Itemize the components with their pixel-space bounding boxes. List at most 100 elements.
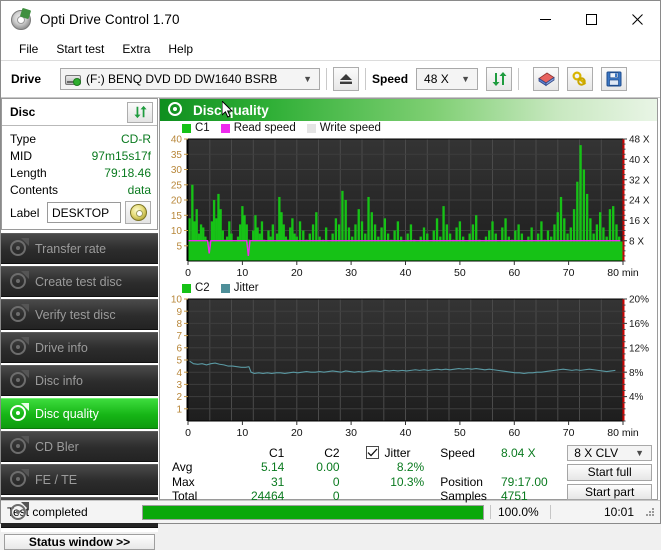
- right-panel: Disc quality C1 Read speed Write speed 5…: [159, 98, 658, 503]
- legend-item-jitter: Jitter: [220, 282, 259, 294]
- svg-text:12%: 12%: [629, 343, 649, 354]
- menu-item-extra[interactable]: Extra: [113, 40, 159, 58]
- legend-item-write-speed: Write speed: [306, 122, 381, 134]
- sidebar-item-create-test-disc[interactable]: Create test disc: [1, 266, 158, 297]
- sidebar-item-disc-info[interactable]: Disc info: [1, 365, 158, 396]
- disc-row-key: Length: [10, 165, 47, 180]
- legend-swatch-c2: [182, 283, 191, 293]
- disc-info-box: Disc Type CD-R MID 97m15s17f Length 79:1…: [1, 98, 158, 230]
- disc-row-value: 97m15s17f: [91, 148, 151, 163]
- svg-text:70: 70: [563, 267, 575, 279]
- disc-test-icon: [9, 436, 29, 456]
- application-window: Opti Drive Control 1.70 File Start test …: [0, 0, 661, 550]
- svg-text:0: 0: [185, 267, 191, 279]
- svg-text:5: 5: [176, 241, 182, 252]
- drive-select[interactable]: (F:) BENQ DVD DD DW1640 BSRB ▼: [60, 68, 321, 90]
- sidebar-item-label: Verify test disc: [35, 307, 116, 322]
- disc-test-icon: [9, 337, 29, 357]
- start-full-button[interactable]: Start full: [567, 464, 652, 481]
- svg-text:15: 15: [171, 211, 183, 222]
- toolbar-divider: [326, 68, 328, 90]
- stats-samples-label: Samples: [440, 488, 487, 503]
- sidebar-nav: Transfer rate Create test disc Verify te…: [1, 233, 158, 528]
- rescan-button[interactable]: [486, 67, 513, 91]
- sidebar-item-verify-test-disc[interactable]: Verify test disc: [1, 299, 158, 330]
- c1-plot-area: 5 10 15 20 25 30 35 40 8 X 16 X 24 X 32 X 40 X 48 X 0 1…: [160, 135, 657, 281]
- disc-quality-icon: [168, 102, 184, 118]
- disc-info-header: Disc: [2, 99, 157, 126]
- stats-samples-value: 4751: [500, 488, 528, 503]
- chevron-down-icon: ▼: [635, 447, 644, 458]
- clv-select[interactable]: 8 X CLV ▼: [567, 445, 652, 462]
- menu-item-start-test[interactable]: Start test: [47, 40, 113, 58]
- menu-item-help[interactable]: Help: [159, 40, 202, 58]
- cd-disc-button[interactable]: [125, 201, 151, 224]
- sidebar-item-label: Disc info: [35, 373, 83, 388]
- svg-text:40: 40: [400, 267, 412, 279]
- disc-row-value: 79:18.46: [104, 165, 151, 180]
- jitter-checkbox[interactable]: [365, 446, 379, 460]
- svg-text:5: 5: [176, 356, 182, 367]
- charts-container: C1 Read speed Write speed 5 10 15 20 25 30 35 4…: [160, 121, 657, 503]
- cd-disc-icon: [129, 204, 147, 221]
- svg-text:7: 7: [176, 331, 182, 342]
- sidebar-item-cd-bler[interactable]: CD Bler: [1, 431, 158, 462]
- stats-jitter-total: [340, 489, 437, 503]
- svg-text:20%: 20%: [629, 295, 649, 306]
- speed-label: Speed: [372, 72, 409, 86]
- svg-text:50: 50: [454, 427, 466, 439]
- resize-grip-icon[interactable]: [642, 504, 658, 520]
- key-icon: [572, 71, 587, 86]
- stats-c1-total: 24464: [250, 488, 285, 503]
- svg-text:20: 20: [171, 196, 183, 207]
- start-part-button[interactable]: Start part: [567, 483, 652, 500]
- minimize-icon[interactable]: [522, 1, 568, 37]
- c2-chart-svg: 123456789104%8%12%16%20%0 10 20 30 40 50 60 70 8…: [171, 295, 649, 439]
- menu-item-file[interactable]: File: [10, 40, 47, 58]
- disc-label-row: Label DESKTOP: [10, 201, 151, 224]
- disc-test-icon: [9, 271, 29, 291]
- save-button[interactable]: [601, 67, 628, 91]
- stats-label-max: Max: [172, 474, 195, 489]
- optical-drive-icon: [65, 73, 82, 86]
- sidebar-item-label: Drive info: [35, 340, 88, 355]
- disc-row-key: Type: [10, 131, 37, 146]
- clear-button[interactable]: [533, 67, 560, 91]
- legend-swatch-c1: [182, 123, 191, 133]
- key-button[interactable]: [567, 67, 594, 91]
- svg-text:24 X: 24 X: [629, 196, 650, 207]
- svg-text:80 min: 80 min: [607, 267, 639, 279]
- svg-text:8 X: 8 X: [629, 236, 644, 247]
- speed-select[interactable]: 48 X ▼: [416, 68, 479, 90]
- clv-select-value: 8 X CLV: [574, 446, 619, 461]
- maximize-icon[interactable]: [568, 1, 614, 37]
- disc-row-length: Length 79:18.46: [10, 164, 151, 181]
- disc-label-input[interactable]: DESKTOP: [47, 202, 121, 223]
- disc-test-icon: [9, 304, 29, 324]
- eject-button[interactable]: [333, 67, 360, 91]
- refresh-icon: [492, 72, 507, 86]
- left-panel: Disc Type CD-R MID 97m15s17f Length 79:1…: [1, 98, 158, 550]
- disc-refresh-button[interactable]: [127, 101, 153, 123]
- svg-text:40: 40: [171, 135, 183, 146]
- jitter-header: Jitter: [340, 445, 437, 460]
- disc-row-mid: MID 97m15s17f: [10, 147, 151, 164]
- sidebar-item-disc-quality[interactable]: Disc quality: [1, 398, 158, 429]
- c1-chart-block: C1 Read speed Write speed 5 10 15 20 25 30 35 4…: [160, 121, 657, 281]
- disc-label-key: Label: [10, 205, 40, 220]
- main-content: Disc Type CD-R MID 97m15s17f Length 79:1…: [1, 98, 660, 550]
- status-window-button[interactable]: Status window >>: [4, 534, 155, 550]
- sidebar-item-drive-info[interactable]: Drive info: [1, 332, 158, 363]
- legend-label-c2: C2: [195, 282, 210, 294]
- svg-text:9: 9: [176, 307, 182, 318]
- stats-c1-avg: 5.14: [260, 460, 285, 475]
- tab-disc-quality[interactable]: Disc quality: [160, 99, 657, 121]
- svg-text:50: 50: [454, 267, 466, 279]
- sidebar-item-transfer-rate[interactable]: Transfer rate: [1, 233, 158, 264]
- sidebar-item-label: FE / TE: [35, 472, 78, 487]
- close-icon[interactable]: [614, 1, 660, 37]
- disc-row-key: Contents: [10, 182, 59, 197]
- eject-icon: [340, 74, 353, 84]
- sidebar-item-fe-te[interactable]: FE / TE: [1, 464, 158, 495]
- legend-swatch-read-speed: [220, 123, 230, 133]
